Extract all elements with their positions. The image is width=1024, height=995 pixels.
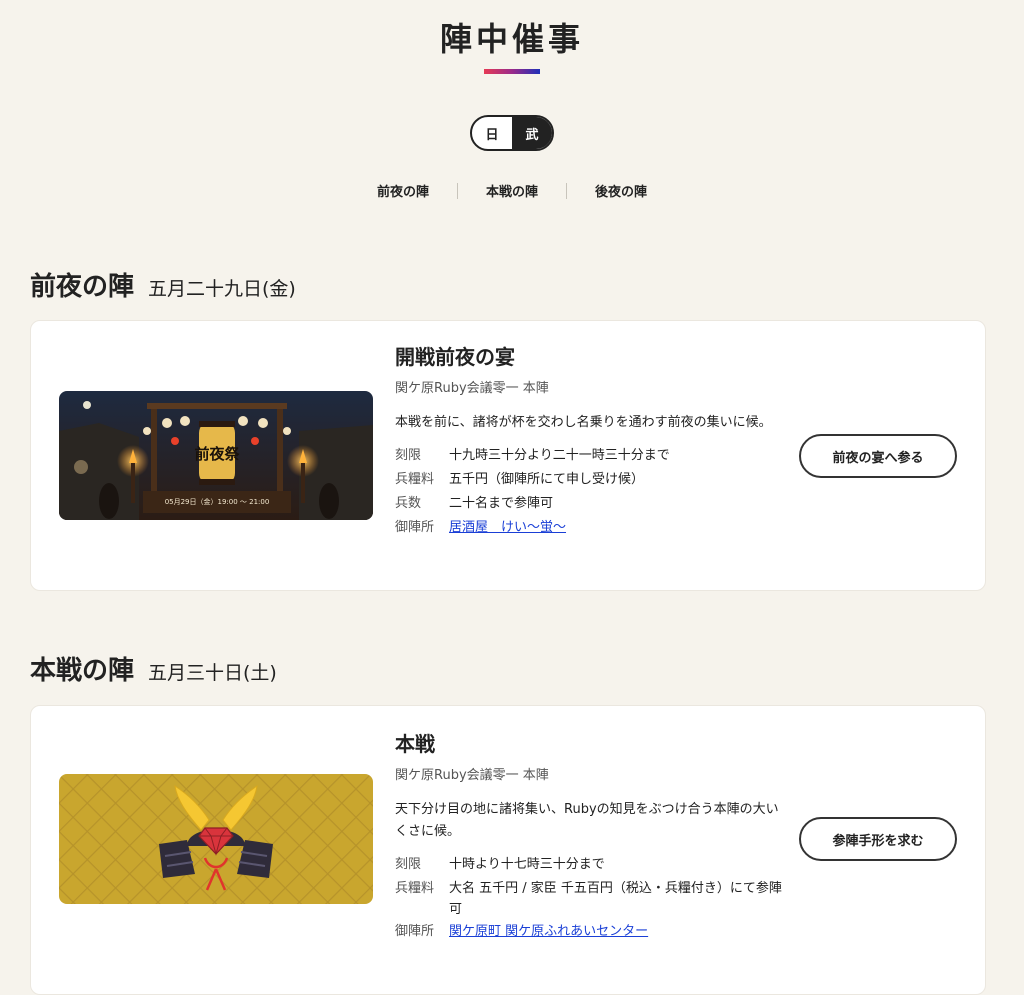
kabuto-ruby-illustration — [59, 774, 373, 904]
detail-value: 十九時三十分より二十一時三十分まで — [449, 448, 670, 463]
day-date: 五月三十日(土) — [148, 662, 277, 684]
detail-label: 刻限 — [395, 857, 422, 872]
section-nav: 前夜の陣 本戦の陣 後夜の陣 — [0, 181, 1024, 200]
event-title: 本戦 — [395, 732, 435, 756]
festival-night-illustration: 前夜祭 05月29日（金）19:00 〜 21:00 — [59, 391, 373, 520]
nav-link-honsen[interactable]: 本戦の陣 — [458, 181, 566, 200]
detail-row-location: 御陣所 関ケ原町 関ケ原ふれあいセンター — [395, 920, 785, 944]
nav-link-zenya[interactable]: 前夜の陣 — [349, 181, 457, 200]
detail-row-time: 刻限 十九時三十分より二十一時三十分まで — [395, 444, 785, 468]
event-banner-honsen — [59, 774, 373, 904]
day-heading-zenya: 前夜の陣 五月二十九日(金) — [30, 266, 296, 303]
event-card-zenya: 前夜祭 05月29日（金）19:00 〜 21:00 開戦前夜の宴 関ケ原Rub… — [30, 320, 986, 591]
event-description: 本戦を前に、諸将が杯を交わし名乗りを通わす前夜の集いに候。 — [395, 415, 772, 430]
detail-value: 五千円（御陣所にて申し受け候） — [449, 472, 645, 487]
detail-row-fee: 兵糧料 大名 五千円 / 家臣 千五百円（税込・兵糧付き）にて参陣可 — [395, 877, 785, 920]
detail-value: 大名 五千円 / 家臣 千五百円（税込・兵糧付き）にて参陣可 — [449, 881, 782, 917]
detail-label: 御陣所 — [395, 520, 435, 535]
lantern-text: 前夜祭 — [194, 445, 240, 463]
title-underline — [484, 69, 540, 74]
event-venue: 関ケ原Ruby会議零一 本陣 — [395, 768, 549, 783]
detail-label: 刻限 — [395, 448, 422, 463]
detail-label: 兵糧料 — [395, 472, 435, 487]
lang-option-japanese[interactable]: 日 — [472, 117, 512, 149]
detail-value: 二十名まで参陣可 — [449, 496, 554, 511]
venue-link[interactable]: 関ケ原町 関ケ原ふれあいセンター — [449, 924, 648, 939]
lang-option-bushi[interactable]: 武 — [512, 117, 552, 149]
venue-link[interactable]: 居酒屋 けい～蛍～ — [449, 520, 566, 535]
detail-label: 兵糧料 — [395, 881, 435, 896]
event-body-zenya: 開戦前夜の宴 関ケ原Ruby会議零一 本陣 本戦を前に、諸将が杯を交わし名乗りを… — [395, 343, 785, 540]
detail-label: 御陣所 — [395, 924, 435, 939]
event-details: 刻限 十九時三十分より二十一時三十分まで 兵糧料 五千円（御陣所にて申し受け候）… — [395, 444, 785, 540]
day-date: 五月二十九日(金) — [148, 278, 296, 300]
event-title: 開戦前夜の宴 — [395, 345, 515, 369]
detail-label: 兵数 — [395, 496, 422, 511]
event-card-honsen: 本戦 関ケ原Ruby会議零一 本陣 天下分け目の地に諸将集い、Rubyの知見をぶ… — [30, 705, 986, 995]
language-toggle[interactable]: 日 武 — [470, 115, 554, 151]
event-details: 刻限 十時より十七時三十分まで 兵糧料 大名 五千円 / 家臣 千五百円（税込・… — [395, 853, 785, 944]
page-title: 陣中催事 — [439, 20, 584, 58]
zenya-party-button[interactable]: 前夜の宴へ参る — [799, 434, 957, 478]
banner-caption: 05月29日（金）19:00 〜 21:00 — [165, 497, 270, 506]
detail-row-fee: 兵糧料 五千円（御陣所にて申し受け候） — [395, 468, 785, 492]
event-banner-zenya: 前夜祭 05月29日（金）19:00 〜 21:00 — [59, 391, 373, 520]
event-description: 天下分け目の地に諸将集い、Rubyの知見をぶつけ合う本陣の大いくさに候。 — [395, 802, 779, 839]
day-heading-honsen: 本戦の陣 五月三十日(土) — [30, 650, 277, 687]
detail-row-time: 刻限 十時より十七時三十分まで — [395, 853, 785, 877]
detail-value: 十時より十七時三十分まで — [449, 857, 605, 872]
event-body-honsen: 本戦 関ケ原Ruby会議零一 本陣 天下分け目の地に諸将集い、Rubyの知見をぶ… — [395, 730, 785, 944]
event-venue: 関ケ原Ruby会議零一 本陣 — [395, 381, 549, 396]
detail-row-location: 御陣所 居酒屋 けい～蛍～ — [395, 516, 785, 540]
page-header: 陣中催事 日 武 前夜の陣 本戦の陣 後夜の陣 — [0, 0, 1024, 200]
day-name: 前夜の陣 — [30, 272, 135, 302]
get-ticket-button[interactable]: 参陣手形を求む — [799, 817, 957, 861]
day-name: 本戦の陣 — [30, 656, 135, 686]
detail-row-capacity: 兵数 二十名まで参陣可 — [395, 492, 785, 516]
nav-link-kouya[interactable]: 後夜の陣 — [567, 181, 675, 200]
